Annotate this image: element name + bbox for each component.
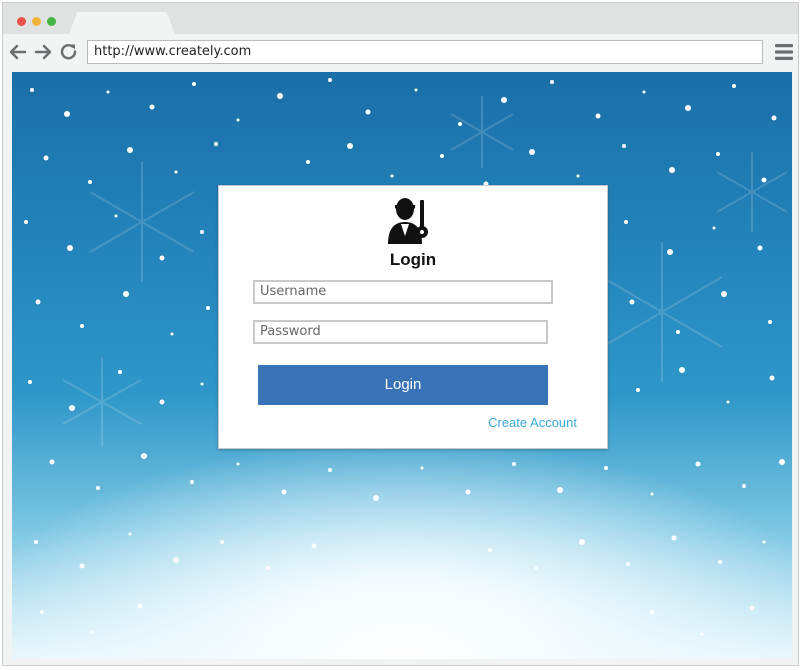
password-field[interactable]: Password — [253, 320, 548, 344]
minimize-window-dot[interactable] — [32, 17, 41, 26]
tab-bar — [3, 3, 798, 34]
forward-arrow-icon[interactable] — [33, 42, 53, 62]
menu-hamburger-icon[interactable] — [774, 42, 794, 62]
create-account-link[interactable]: Create Account — [488, 415, 577, 430]
login-button[interactable]: Login — [258, 365, 548, 405]
browser-window: http://www.creately.com Login Username P… — [2, 2, 799, 666]
maximize-window-dot[interactable] — [47, 17, 56, 26]
address-bar[interactable]: http://www.creately.com — [87, 40, 763, 64]
login-card: Login Username Password Login Create Acc… — [218, 185, 608, 449]
user-key-icon — [384, 194, 434, 246]
login-title: Login — [389, 250, 437, 269]
close-window-dot[interactable] — [17, 17, 26, 26]
username-field[interactable]: Username — [253, 280, 553, 304]
reload-icon[interactable] — [59, 42, 79, 62]
back-arrow-icon[interactable] — [8, 42, 28, 62]
navigation-bar: http://www.creately.com — [3, 34, 798, 70]
browser-tab[interactable] — [69, 12, 175, 34]
page-viewport: Login Username Password Login Create Acc… — [12, 72, 792, 659]
